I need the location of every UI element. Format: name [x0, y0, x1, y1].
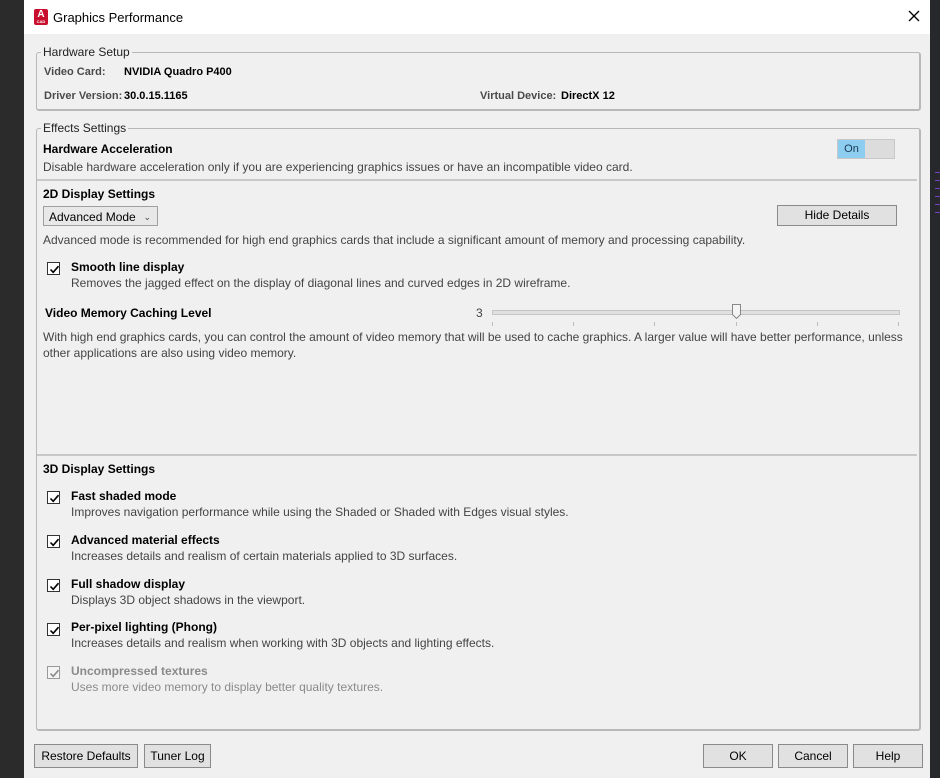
smooth-line-title: Smooth line display: [71, 260, 185, 274]
window-title: Graphics Performance: [53, 10, 184, 25]
slider-tick: [817, 322, 818, 326]
slider-tick: [492, 322, 493, 326]
display-mode-desc: Advanced mode is recommended for high en…: [43, 233, 746, 247]
tuner-log-button[interactable]: Tuner Log: [144, 744, 211, 768]
hardware-setup-group: [36, 52, 921, 111]
graphics-performance-dialog: A CAD Graphics Performance Hardware Setup…: [24, 0, 930, 778]
autocad-app-icon: A CAD: [34, 9, 48, 25]
smooth-line-desc: Removes the jagged effect on the display…: [71, 276, 571, 290]
video-memory-caching-title: Video Memory Caching Level: [45, 306, 212, 320]
advanced-material-checkbox[interactable]: [47, 535, 60, 548]
uncompressed-textures-title: Uncompressed textures: [71, 664, 208, 678]
per-pixel-lighting-desc: Increases details and realism when worki…: [71, 636, 495, 650]
video-memory-caching-desc-1: With high end graphics cards, you can co…: [43, 330, 903, 344]
hardware-setup-legend: Hardware Setup: [41, 45, 132, 59]
hardware-acceleration-toggle[interactable]: On: [837, 139, 895, 159]
video-card-label: Video Card:: [44, 66, 106, 78]
fast-shaded-desc: Improves navigation performance while us…: [71, 505, 569, 519]
video-memory-caching-desc-2: other applications are also using video …: [43, 346, 297, 360]
fast-shaded-checkbox[interactable]: [47, 491, 60, 504]
ok-button[interactable]: OK: [703, 744, 773, 768]
background-left-strip: [0, 0, 24, 778]
3d-display-settings-title: 3D Display Settings: [43, 462, 156, 476]
divider: [37, 454, 917, 456]
hide-details-button[interactable]: Hide Details: [777, 205, 897, 226]
hardware-acceleration-title: Hardware Acceleration: [43, 142, 173, 156]
video-memory-caching-value: 3: [476, 306, 483, 320]
slider-thumb[interactable]: [731, 304, 741, 320]
hardware-acceleration-desc: Disable hardware acceleration only if yo…: [43, 160, 633, 174]
smooth-line-checkbox[interactable]: [47, 262, 60, 275]
virtual-device-label: Virtual Device:: [480, 90, 557, 102]
restore-defaults-button[interactable]: Restore Defaults: [34, 744, 138, 768]
virtual-device-value: DirectX 12: [561, 90, 615, 102]
cancel-button[interactable]: Cancel: [778, 744, 848, 768]
slider-tick: [736, 322, 737, 326]
video-card-value: NVIDIA Quadro P400: [124, 66, 232, 78]
2d-display-settings-title: 2D Display Settings: [43, 187, 156, 201]
full-shadow-checkbox[interactable]: [47, 579, 60, 592]
chevron-down-icon: ⌄: [143, 212, 151, 222]
fast-shaded-title: Fast shaded mode: [71, 489, 177, 503]
driver-version-value: 30.0.15.1165: [124, 90, 188, 102]
uncompressed-textures-checkbox: [47, 666, 60, 679]
video-memory-caching-slider[interactable]: [492, 310, 900, 315]
toggle-on-label: On: [838, 140, 865, 158]
divider: [37, 179, 917, 181]
slider-tick: [573, 322, 574, 326]
title-bar[interactable]: A CAD Graphics Performance: [24, 0, 930, 34]
display-mode-dropdown[interactable]: Advanced Mode ⌄: [43, 206, 158, 226]
close-icon[interactable]: [906, 8, 922, 24]
uncompressed-textures-desc: Uses more video memory to display better…: [71, 680, 384, 694]
slider-tick: [898, 322, 899, 326]
per-pixel-lighting-checkbox[interactable]: [47, 623, 60, 636]
driver-version-label: Driver Version:: [44, 90, 123, 102]
advanced-material-desc: Increases details and realism of certain…: [71, 549, 458, 563]
effects-settings-legend: Effects Settings: [41, 121, 129, 135]
background-right-strip: [930, 0, 940, 778]
per-pixel-lighting-title: Per-pixel lighting (Phong): [71, 620, 217, 634]
slider-tick: [654, 322, 655, 326]
display-mode-selected: Advanced Mode: [49, 210, 136, 224]
full-shadow-desc: Displays 3D object shadows in the viewpo…: [71, 593, 306, 607]
help-button[interactable]: Help: [853, 744, 923, 768]
advanced-material-title: Advanced material effects: [71, 533, 220, 547]
full-shadow-title: Full shadow display: [71, 577, 186, 591]
